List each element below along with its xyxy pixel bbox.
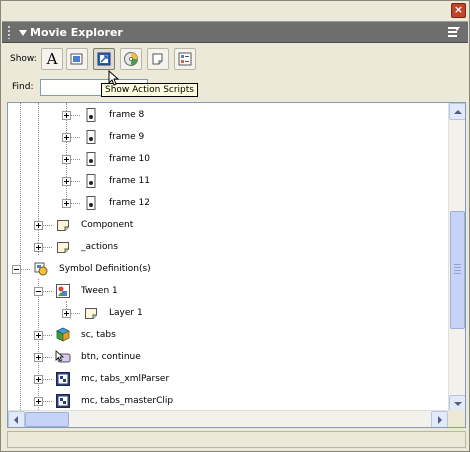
tree-item-label: frame 10: [109, 154, 151, 164]
panel-title: Movie Explorer: [30, 26, 123, 39]
layer-icon: [85, 308, 97, 319]
tree-item-label: frame 12: [109, 198, 151, 208]
tree-item-actions-layer[interactable]: _actions: [34, 236, 118, 258]
vertical-scroll-thumb[interactable]: [450, 211, 465, 329]
movieclip-symbol-icon: [56, 394, 70, 408]
tree-item-label: mc, tabs_masterClip: [81, 396, 174, 406]
mouse-cursor-icon: [108, 70, 119, 86]
scroll-right-button[interactable]: [431, 411, 448, 427]
drag-grip-icon[interactable]: [7, 25, 11, 39]
tree-item-frame-8[interactable]: frame 8: [62, 104, 144, 126]
tree-item-label: Layer 1: [109, 308, 143, 318]
scrollbar-corner: [448, 410, 465, 427]
expand-icon[interactable]: [34, 242, 43, 252]
collapse-arrow-icon[interactable]: [19, 30, 27, 36]
frame-icon: [86, 152, 96, 166]
show-action-scripts-button[interactable]: [93, 48, 115, 70]
movieclip-icon: [70, 53, 83, 65]
tree-item-btn-continue[interactable]: btn, continue: [34, 346, 141, 368]
media-disc-icon: [124, 52, 138, 66]
button-symbol-icon: [55, 350, 71, 363]
expand-icon[interactable]: [62, 176, 71, 186]
close-button[interactable]: ×: [451, 3, 466, 18]
actionscript-icon: [97, 52, 111, 66]
tree-item-label: mc, tabs_xmlParser: [81, 374, 170, 384]
tree-item-label: btn, continue: [81, 352, 141, 362]
show-filter-toolbar: Show: A: [2, 44, 468, 74]
tree-item-frame-9[interactable]: frame 9: [62, 126, 144, 148]
layer-icon: [57, 242, 69, 253]
expand-icon[interactable]: [34, 330, 43, 340]
tree-item-mc-tabs-masterclip[interactable]: mc, tabs_masterClip: [34, 390, 173, 412]
tree-item-label: _actions: [81, 242, 118, 252]
status-bar: [7, 431, 466, 448]
expand-icon[interactable]: [62, 110, 71, 120]
tree-item-label: sc, tabs: [81, 330, 116, 340]
show-buttons-movieclips-graphics-button[interactable]: [66, 48, 88, 70]
tree-item-frame-12[interactable]: frame 12: [62, 192, 150, 214]
show-frames-layers-button[interactable]: [147, 48, 169, 70]
tree-item-frame-11[interactable]: frame 11: [62, 170, 150, 192]
expand-icon[interactable]: [34, 220, 43, 230]
expand-icon[interactable]: [34, 374, 43, 384]
expand-icon[interactable]: [62, 308, 71, 318]
tree-item-label: Component: [81, 220, 134, 230]
find-label: Find:: [12, 82, 34, 92]
collapse-icon[interactable]: [12, 264, 21, 274]
symbol-definitions-icon: [34, 262, 48, 276]
scroll-up-button[interactable]: [449, 103, 465, 120]
expand-icon[interactable]: [62, 154, 71, 164]
frame-icon: [86, 174, 96, 188]
show-label: Show:: [10, 54, 37, 64]
arrow-right-icon: [438, 416, 442, 424]
expand-icon[interactable]: [34, 352, 43, 362]
scroll-left-button[interactable]: [8, 411, 25, 427]
movieclip-symbol-icon: [56, 372, 70, 386]
frames-layers-icon: [152, 53, 163, 65]
text-A-icon: A: [46, 49, 58, 68]
frame-icon: [86, 130, 96, 144]
find-row: Find:: [2, 77, 468, 99]
tree-item-label: Tween 1: [81, 286, 118, 296]
horizontal-scroll-thumb[interactable]: [25, 412, 69, 427]
arrow-left-icon: [14, 416, 18, 424]
collapse-icon[interactable]: [34, 286, 43, 296]
tree-item-label: frame 11: [109, 176, 151, 186]
horizontal-scrollbar[interactable]: [8, 410, 448, 427]
tree-content: frame 8 frame 9 frame 10 frame 11 frame …: [8, 103, 448, 412]
tree-item-label: Symbol Definition(s): [59, 264, 151, 274]
expand-icon[interactable]: [62, 198, 71, 208]
expand-icon[interactable]: [62, 132, 71, 142]
tree-item-frame-10[interactable]: frame 10: [62, 148, 150, 170]
expand-icon[interactable]: [34, 396, 43, 406]
show-text-button[interactable]: A: [41, 48, 63, 70]
tree-item-component-layer[interactable]: Component: [34, 214, 133, 236]
customize-items-to-show-button[interactable]: [174, 48, 196, 70]
frame-icon: [86, 196, 96, 210]
layer-icon: [57, 220, 69, 231]
tree-item-mc-tabs-xmlparser[interactable]: mc, tabs_xmlParser: [34, 368, 169, 390]
component-icon: [56, 327, 70, 342]
panel-header[interactable]: Movie Explorer: [2, 21, 468, 43]
tree-item-label: frame 9: [109, 132, 145, 142]
graphic-symbol-icon: [56, 284, 70, 298]
show-video-sounds-bitmaps-button[interactable]: [120, 48, 142, 70]
tree-item-label: frame 8: [109, 110, 145, 120]
title-strip: ×: [1, 1, 469, 19]
arrow-down-icon: [454, 402, 462, 406]
tree-item-tween-1[interactable]: Tween 1: [34, 280, 118, 302]
vertical-scrollbar[interactable]: [448, 103, 465, 412]
movie-explorer-tree[interactable]: frame 8 frame 9 frame 10 frame 11 frame …: [7, 102, 466, 428]
frame-icon: [86, 108, 96, 122]
movie-explorer-window: × Movie Explorer Show: A Find: Show Acti…: [0, 0, 470, 452]
panel-options-menu-icon[interactable]: [448, 27, 460, 38]
arrow-up-icon: [454, 110, 462, 114]
tree-item-layer-1[interactable]: Layer 1: [62, 302, 143, 324]
customize-icon: [178, 52, 192, 66]
tree-item-sc-tabs[interactable]: sc, tabs: [34, 324, 116, 346]
tree-item-symbol-definitions[interactable]: Symbol Definition(s): [12, 258, 151, 280]
